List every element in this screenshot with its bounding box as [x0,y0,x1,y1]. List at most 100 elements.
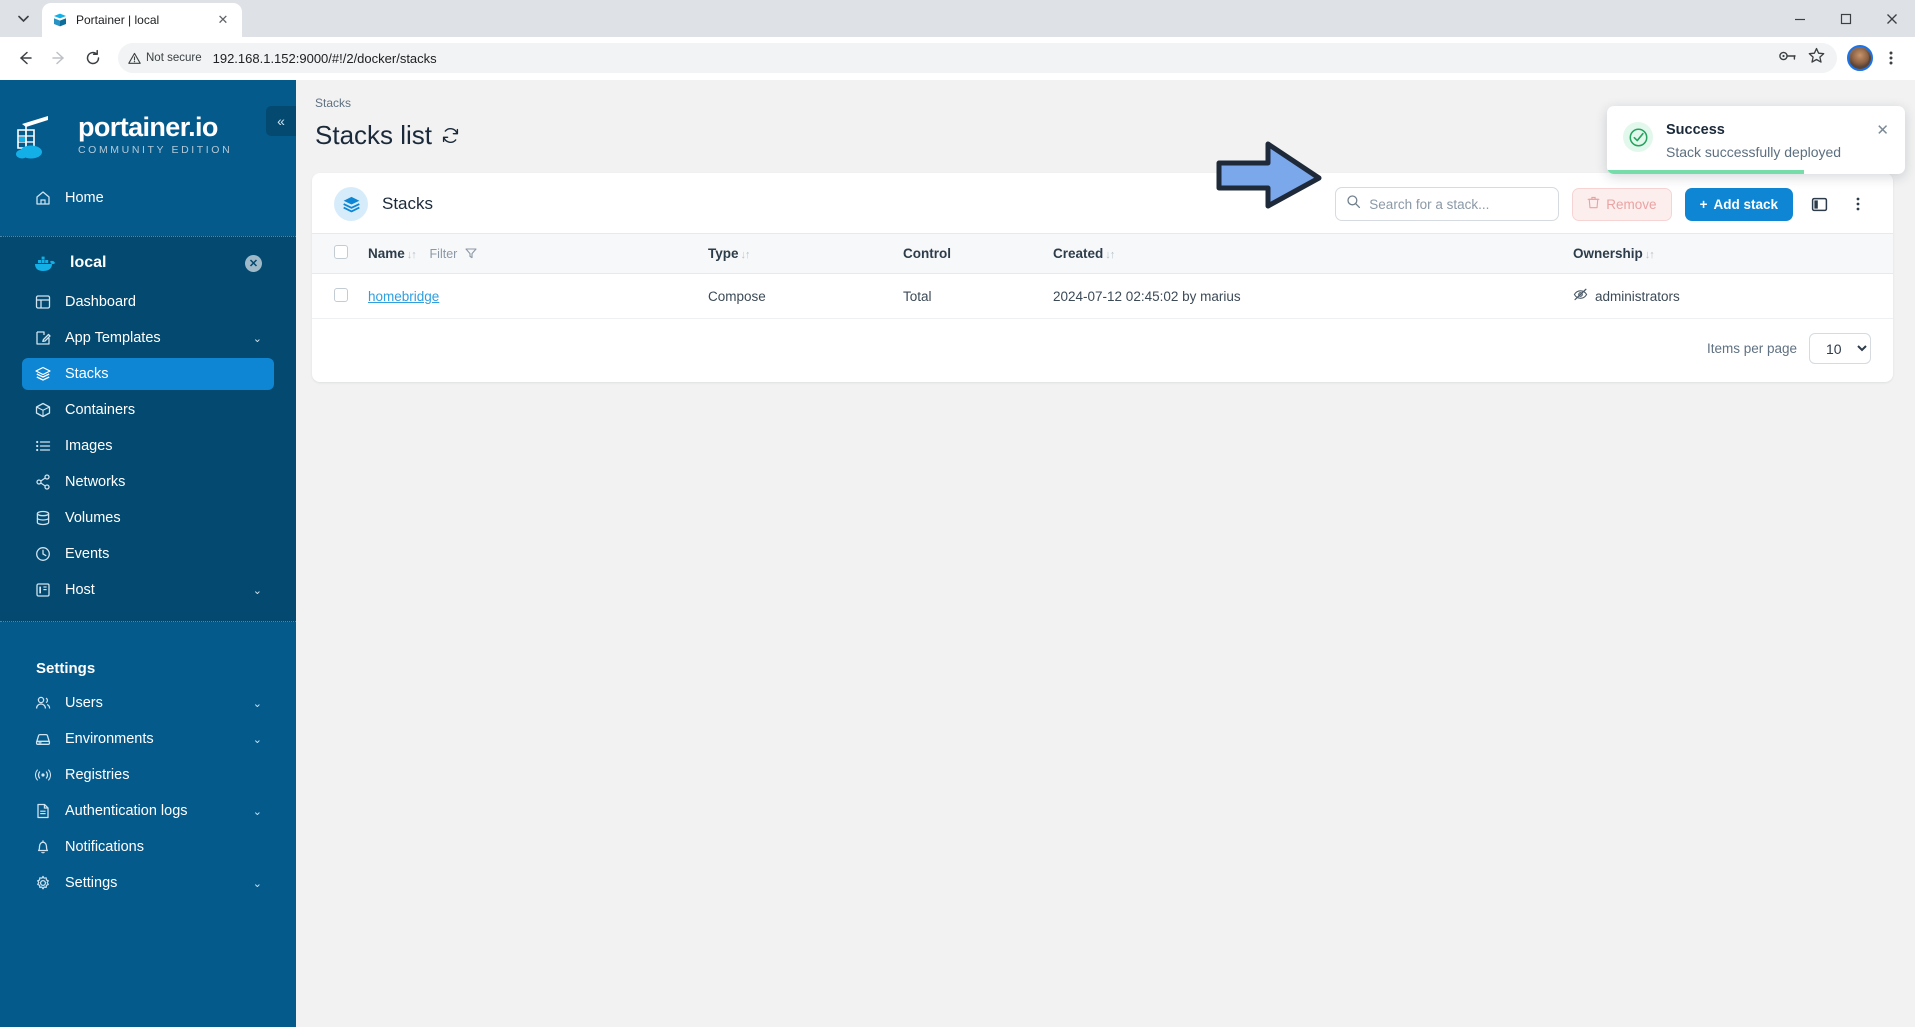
sidebar-item-app-templates[interactable]: App Templates ⌄ [22,322,274,354]
sidebar-item-notifications[interactable]: Notifications [22,831,274,863]
sidebar-item-containers[interactable]: Containers [22,394,274,426]
card-title: Stacks [382,194,434,213]
networks-icon [34,474,51,491]
card-more-menu-button[interactable] [1845,191,1871,217]
sidebar-item-authentication-logs[interactable]: Authentication logs ⌄ [22,795,274,827]
column-label: Control [903,246,951,261]
reload-button[interactable] [78,43,108,73]
refresh-icon[interactable] [441,126,460,145]
row-checkbox[interactable] [334,287,348,302]
environment-close-icon[interactable]: ✕ [245,254,262,272]
sort-icon[interactable]: ↓↑ [741,249,751,261]
chevron-down-icon[interactable]: ⌄ [253,877,262,890]
sidebar-item-environments[interactable]: Environments ⌄ [22,723,274,755]
security-indicator[interactable]: Not secure [128,52,206,65]
toast-close-icon[interactable]: ✕ [1876,123,1889,160]
environment-header[interactable]: local ✕ [22,246,274,280]
cell-type: Compose [698,273,893,319]
column-header-name[interactable]: Name ↓↑ Filter [358,234,698,274]
environment-group: local ✕ Dashboard App Templates ⌄ Stacks… [0,236,296,622]
cell-name: homebridge [358,273,698,319]
sidebar-item-label: Notifications [65,839,144,855]
forward-arrow-icon [52,51,64,65]
column-header-created[interactable]: Created ↓↑ [1043,234,1563,274]
search-input[interactable] [1369,196,1549,212]
toast-progress-bar [1607,170,1804,174]
table-header: Name ↓↑ Filter Type ↓↑ Control Created ↓… [312,233,1893,274]
toast-message: Stack successfully deployed [1666,144,1842,160]
logo-subtitle: COMMUNITY EDITION [78,144,233,157]
window-maximize-button[interactable] [1823,0,1869,37]
password-key-icon[interactable] [1778,48,1798,69]
check-circle-icon [1623,122,1653,152]
sort-icon[interactable]: ↓↑ [407,249,417,261]
url-text: 192.168.1.152:9000/#!/2/docker/stacks [212,50,437,66]
tab-search-button[interactable] [6,4,40,34]
toast-body: Success Stack successfully deployed [1666,122,1863,160]
sidebar-item-stacks[interactable]: Stacks [22,358,274,390]
filter-icon[interactable] [465,246,477,261]
sidebar-item-settings[interactable]: Settings ⌄ [22,867,274,899]
bookmark-star-icon[interactable] [1808,47,1825,69]
browser-tab[interactable]: Portainer | local ✕ [42,3,242,37]
sidebar-collapse-button[interactable]: « [266,106,296,136]
remove-button-label: Remove [1606,196,1657,212]
browser-toolbar: Not secure 192.168.1.152:9000/#!/2/docke… [0,37,1915,80]
select-all-checkbox[interactable] [334,245,348,259]
stacks-icon [34,366,51,383]
window-close-button[interactable] [1869,0,1915,37]
chevron-down-icon[interactable]: ⌄ [253,697,262,710]
back-button[interactable] [10,43,40,73]
sidebar-item-dashboard[interactable]: Dashboard [22,286,274,318]
filter-label[interactable]: Filter [430,247,458,261]
chevron-down-icon[interactable]: ⌄ [253,733,262,746]
sidebar-item-host[interactable]: Host ⌄ [22,574,274,606]
eye-off-icon [1573,287,1588,305]
select-all-header[interactable] [312,234,358,274]
remove-button[interactable]: Remove [1572,187,1672,221]
host-icon [34,582,51,599]
sidebar-item-events[interactable]: Events [22,538,274,570]
table-body: homebridge Compose Total 2024-07-12 02:4… [312,273,1893,319]
sort-icon[interactable]: ↓↑ [1645,249,1655,261]
stacks-icon [334,187,368,221]
sidebar-item-label: Dashboard [65,294,136,310]
column-header-type[interactable]: Type ↓↑ [698,234,893,274]
address-bar[interactable]: Not secure 192.168.1.152:9000/#!/2/docke… [118,43,1837,73]
sidebar-item-users[interactable]: Users ⌄ [22,687,274,719]
portainer-crane-logo-icon [14,110,68,160]
sidebar-item-registries[interactable]: Registries [22,759,274,791]
maximize-icon [1840,13,1852,24]
chevron-down-icon[interactable]: ⌄ [253,584,262,597]
items-per-page-select[interactable]: 10 [1809,333,1871,364]
columns-toggle-icon[interactable] [1806,191,1832,217]
tab-close-icon[interactable]: ✕ [214,11,232,29]
chevron-down-icon[interactable]: ⌄ [253,805,262,818]
sidebar-item-label: Networks [65,474,126,490]
reload-icon [86,49,100,65]
ownership-label: administrators [1595,288,1680,304]
window-minimize-button[interactable] [1777,0,1823,37]
auth-logs-icon [34,803,51,820]
column-label: Name [368,246,405,261]
forward-button[interactable] [44,43,74,73]
sidebar-item-home[interactable]: Home [22,182,274,214]
browser-menu-button[interactable] [1877,44,1905,72]
chevron-down-icon[interactable]: ⌄ [253,332,262,345]
portainer-logo: portainer.io COMMUNITY EDITION [0,100,296,162]
stack-name-link[interactable]: homebridge [368,289,439,304]
sidebar-item-volumes[interactable]: Volumes [22,502,274,534]
sidebar-item-networks[interactable]: Networks [22,466,274,498]
column-header-ownership[interactable]: Ownership ↓↑ [1563,234,1893,274]
row-select-cell[interactable] [312,273,358,319]
table-row[interactable]: homebridge Compose Total 2024-07-12 02:4… [312,273,1893,319]
search-box[interactable] [1335,187,1560,221]
sidebar-settings-nav: Users ⌄ Environments ⌄ Registries Authen… [0,687,296,899]
sort-icon[interactable]: ↓↑ [1105,249,1115,261]
sidebar-item-label: Events [65,546,110,562]
card-header: Stacks Remove [312,173,1893,233]
toast-title: Success [1666,122,1725,138]
add-stack-button[interactable]: + Add stack [1684,187,1793,221]
profile-avatar[interactable] [1847,45,1873,71]
sidebar-item-images[interactable]: Images [22,430,274,462]
